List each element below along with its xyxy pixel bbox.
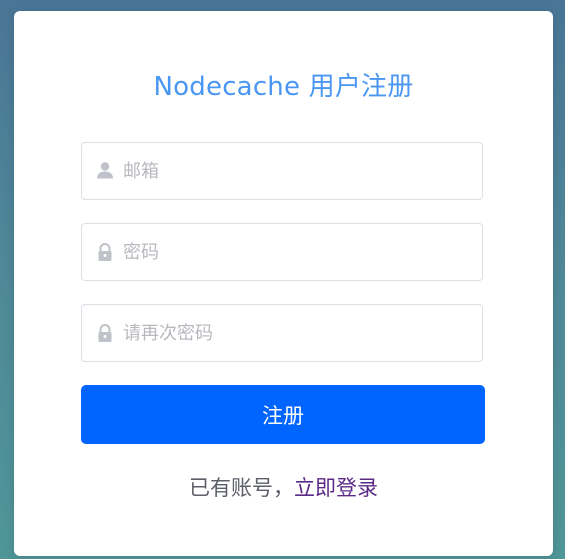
have-account-text: 已有账号， [189, 476, 294, 500]
lock-icon [96, 323, 114, 343]
register-button[interactable]: 注册 [81, 385, 485, 444]
password-field[interactable] [81, 223, 483, 281]
confirm-password-field[interactable] [81, 304, 483, 362]
login-link[interactable]: 立即登录 [294, 476, 378, 500]
confirm-password-input[interactable] [123, 305, 473, 361]
email-field[interactable] [81, 142, 483, 200]
login-prompt: 已有账号，立即登录 [14, 473, 553, 503]
password-input[interactable] [123, 224, 473, 280]
register-card: Nodecache 用户注册 注册 [14, 11, 553, 556]
lock-icon [96, 242, 114, 262]
page-title: Nodecache 用户注册 [153, 72, 414, 102]
email-input[interactable] [123, 143, 473, 199]
user-icon [96, 161, 114, 181]
